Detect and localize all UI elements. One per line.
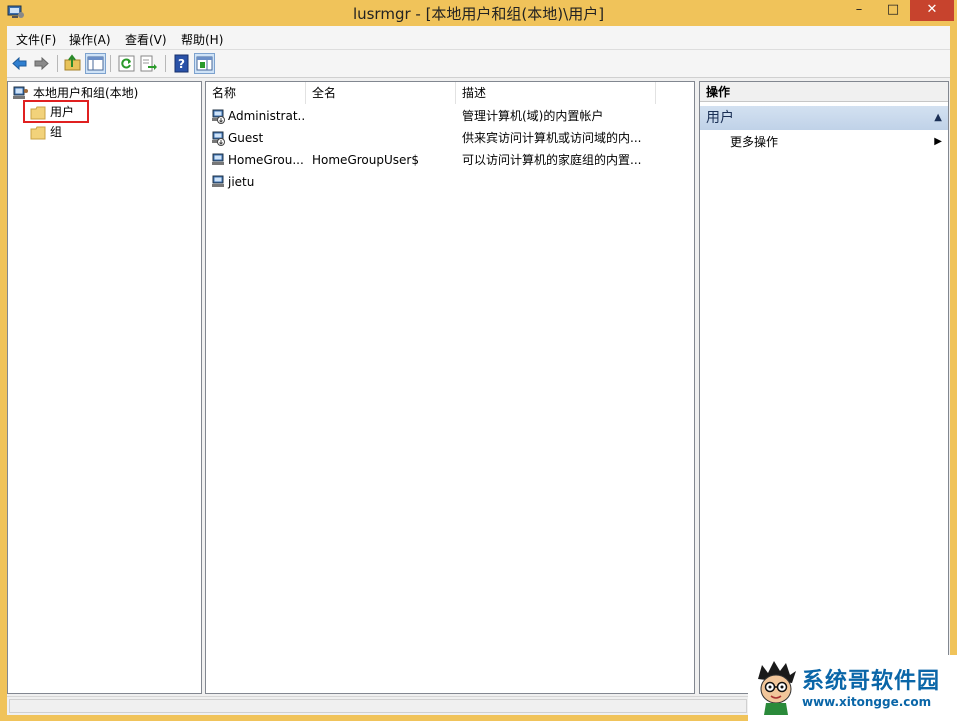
- table-row[interactable]: Guest 供来宾访问计算机或访问域的内...: [206, 127, 694, 149]
- export-list-icon[interactable]: [139, 54, 158, 73]
- user-description: 供来宾访问计算机或访问域的内...: [462, 131, 642, 145]
- forward-icon[interactable]: [32, 54, 51, 73]
- tree-item-label: 用户: [50, 105, 75, 119]
- submenu-arrow-icon: ▶: [934, 136, 942, 147]
- column-header-name[interactable]: 名称: [206, 82, 306, 104]
- user-icon: [212, 175, 224, 187]
- actions-header: 操作: [700, 82, 948, 102]
- actions-pane: 操作 用户 ▲ 更多操作 ▶: [699, 81, 949, 694]
- table-row[interactable]: Administrat... 管理计算机(域)的内置帐户: [206, 105, 694, 127]
- back-icon[interactable]: [10, 54, 29, 73]
- mascot-logo-icon: [758, 661, 796, 715]
- folder-icon: [30, 126, 46, 139]
- tree-item-users[interactable]: 用户: [30, 103, 74, 121]
- toolbar: ?: [7, 50, 950, 78]
- users-groups-icon: [13, 86, 28, 99]
- toolbar-separator: [57, 55, 58, 72]
- user-name: jietu: [228, 175, 255, 189]
- actions-group-label: 用户: [706, 110, 734, 126]
- menu-action[interactable]: 操作(A): [69, 31, 111, 48]
- title-bar: lusrmgr - [本地用户和组(本地)\用户] – □ ✕: [0, 0, 957, 26]
- tree-item-groups[interactable]: 组: [30, 123, 62, 141]
- user-icon: [212, 153, 224, 165]
- tree-item-label: 组: [50, 125, 63, 139]
- console-tree: 本地用户和组(本地) 用户 组: [7, 81, 202, 694]
- close-button[interactable]: ✕: [910, 0, 954, 21]
- toolbar-separator: [165, 55, 166, 72]
- menu-file[interactable]: 文件(F): [16, 31, 56, 48]
- menu-view[interactable]: 查看(V): [125, 31, 167, 48]
- watermark-title: 系统哥软件园: [802, 669, 941, 694]
- maximize-button[interactable]: □: [876, 0, 910, 21]
- window-title: lusrmgr - [本地用户和组(本地)\用户]: [352, 5, 605, 23]
- user-description: 可以访问计算机的家庭组的内置...: [462, 153, 642, 167]
- refresh-icon[interactable]: [117, 54, 136, 73]
- column-header-description[interactable]: 描述: [456, 82, 656, 104]
- folder-icon: [30, 106, 46, 119]
- user-name: Administrat...: [228, 109, 306, 123]
- watermark: 系统哥软件园 www.xitongge.com: [748, 655, 957, 721]
- menu-help[interactable]: 帮助(H): [181, 31, 223, 48]
- minimize-button[interactable]: –: [842, 0, 876, 21]
- show-hide-tree-icon[interactable]: [85, 53, 106, 74]
- user-description: 管理计算机(域)的内置帐户: [462, 109, 604, 123]
- column-header-fullname[interactable]: 全名: [306, 82, 456, 104]
- disabled-user-icon: [212, 131, 225, 146]
- show-hide-action-pane-icon[interactable]: [194, 53, 215, 74]
- collapse-up-icon[interactable]: ▲: [934, 106, 942, 130]
- help-icon[interactable]: ?: [172, 54, 191, 73]
- status-segment: [9, 699, 747, 713]
- window-frame: 文件(F) 操作(A) 查看(V) 帮助(H) ? 本地用户和组(本地) 用户 …: [7, 26, 950, 715]
- tree-root-label: 本地用户和组(本地): [33, 86, 139, 100]
- user-list: 名称 全名 描述 Administrat... 管理计算机(域)的内置帐户 Gu…: [205, 81, 695, 694]
- disabled-user-icon: [212, 109, 225, 124]
- action-more-actions[interactable]: 更多操作 ▶: [730, 132, 942, 152]
- user-name: Guest: [228, 131, 264, 145]
- action-label: 更多操作: [730, 135, 779, 149]
- up-folder-icon[interactable]: [63, 54, 82, 73]
- table-row[interactable]: HomeGrou... HomeGroupUser$ 可以访问计算机的家庭组的内…: [206, 149, 694, 171]
- menu-bar: 文件(F) 操作(A) 查看(V) 帮助(H): [7, 26, 950, 50]
- watermark-url: www.xitongge.com: [802, 695, 932, 709]
- svg-text:?: ?: [178, 57, 185, 71]
- actions-group-users[interactable]: 用户 ▲: [700, 106, 948, 130]
- toolbar-separator: [110, 55, 111, 72]
- user-fullname: HomeGroupUser$: [312, 153, 419, 167]
- table-row[interactable]: jietu: [206, 171, 694, 193]
- user-name: HomeGrou...: [228, 153, 304, 167]
